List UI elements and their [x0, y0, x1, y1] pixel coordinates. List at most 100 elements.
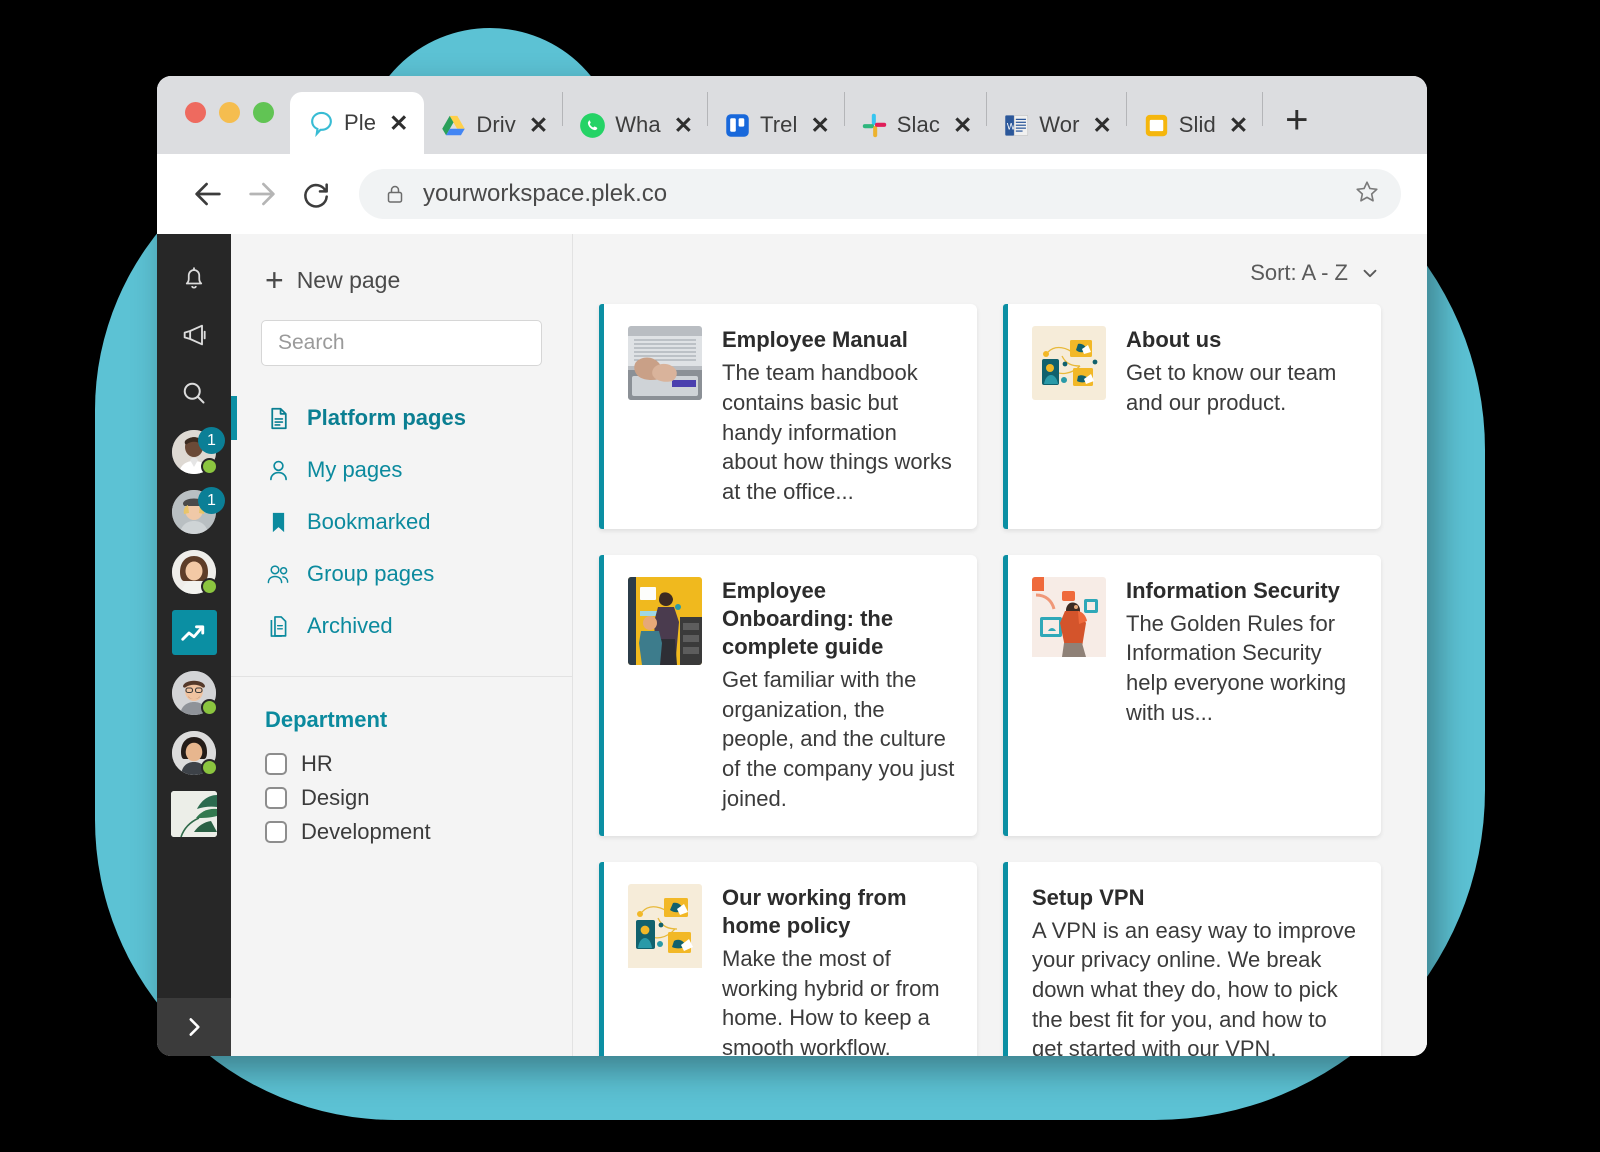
search-box[interactable] — [261, 320, 549, 366]
close-icon[interactable]: ✕ — [811, 113, 830, 137]
card-body: Our working from home policy Make the mo… — [722, 884, 955, 1057]
tab-slides[interactable]: Slid ✕ — [1127, 96, 1262, 154]
navigation-panel: + New page Search Platform pages My page… — [231, 234, 573, 1056]
new-page-button[interactable]: + New page — [231, 234, 572, 296]
filter-hr[interactable]: HR — [265, 747, 572, 781]
close-icon[interactable]: ✕ — [674, 113, 693, 137]
unread-badge: 1 — [198, 427, 225, 454]
rail-avatar-5[interactable] — [172, 731, 218, 776]
close-icon[interactable]: ✕ — [953, 113, 972, 137]
unread-badge: 1 — [198, 487, 225, 514]
rail-avatar-4[interactable] — [172, 671, 218, 716]
sort-dropdown[interactable]: Sort: A - Z — [1250, 260, 1381, 286]
back-button[interactable] — [181, 177, 235, 211]
tab-label: Ple — [344, 110, 377, 135]
slack-icon — [862, 113, 886, 137]
page-card[interactable]: Employee Manual The team handbook contai… — [599, 304, 977, 529]
maximize-window-button[interactable] — [253, 101, 274, 123]
sidebar-item-archived[interactable]: Archived — [231, 600, 572, 652]
minimize-window-button[interactable] — [219, 101, 240, 123]
arrow-left-icon — [195, 182, 221, 206]
checkbox-icon[interactable] — [265, 753, 287, 775]
tab-label: Trel — [760, 112, 798, 137]
notifications-button[interactable] — [179, 257, 209, 297]
group-icon — [265, 561, 291, 588]
announcements-button[interactable] — [178, 315, 210, 355]
archive-icon — [265, 614, 291, 639]
url-text: yourworkspace.plek.co — [423, 180, 668, 207]
main-content: Sort: A - Z Employee Manual The team han… — [573, 234, 1427, 1056]
rail-avatar-1[interactable]: 1 — [172, 427, 225, 475]
card-title: Employee Onboarding: the complete guide — [722, 577, 894, 659]
tab-slack[interactable]: Slac ✕ — [845, 96, 986, 154]
tab-drive[interactable]: Driv ✕ — [424, 96, 562, 154]
chevron-right-icon — [189, 1018, 200, 1036]
rail-analytics-button[interactable] — [171, 610, 217, 655]
illustration-security-person — [1032, 576, 1106, 657]
rail-avatar-3[interactable] — [172, 550, 218, 595]
tab-label: Driv — [476, 112, 516, 137]
page-card[interactable]: About us Get to know our team and our pr… — [1003, 304, 1381, 529]
content-header: Sort: A - Z — [599, 234, 1381, 304]
close-icon[interactable]: ✕ — [389, 111, 408, 135]
rail-avatar-2[interactable]: 1 — [172, 487, 225, 534]
bookmark-star-button[interactable] — [1353, 178, 1381, 211]
card-description: The team handbook contains basic but han… — [722, 360, 952, 504]
reload-button[interactable] — [289, 178, 343, 210]
new-page-label: New page — [296, 266, 401, 293]
card-thumbnail — [628, 326, 702, 400]
new-tab-button[interactable]: + — [1263, 100, 1326, 154]
expand-sidebar-button[interactable] — [157, 998, 231, 1056]
address-bar[interactable]: yourworkspace.plek.co — [359, 169, 1401, 219]
sidebar-item-label: Bookmarked — [307, 509, 431, 534]
search-button[interactable] — [179, 373, 209, 413]
page-card[interactable]: Employee Onboarding: the complete guide … — [599, 554, 977, 836]
page-card[interactable]: Our working from home policy Make the mo… — [599, 861, 977, 1057]
tab-label: Slac — [896, 112, 940, 137]
card-thumbnail — [628, 883, 702, 972]
screenshot-root: Ple ✕ Driv ✕ Wha ✕ Trel ✕ Slac ✕ W Wor ✕… — [0, 0, 1600, 1152]
card-description: Make the most of working hybrid or from … — [722, 945, 940, 1056]
trello-icon — [726, 113, 749, 137]
card-body: Information Security The Golden Rules fo… — [1126, 577, 1359, 814]
trending-up-icon — [181, 624, 205, 641]
plek-icon — [311, 111, 332, 137]
plant-photo — [171, 791, 217, 838]
analytics-tile — [171, 610, 217, 655]
slides-icon — [1145, 114, 1167, 136]
rail-image-tile[interactable] — [171, 791, 217, 842]
illustration-network-people — [628, 883, 702, 968]
page-card[interactable]: Information Security The Golden Rules fo… — [1003, 554, 1381, 836]
tab-label: Wha — [615, 112, 661, 137]
close-window-button[interactable] — [185, 101, 206, 123]
card-thumbnail — [1032, 576, 1106, 665]
search-icon — [183, 382, 205, 404]
page-card[interactable]: Setup VPN A VPN is an easy way to improv… — [1003, 861, 1381, 1056]
close-icon[interactable]: ✕ — [1229, 113, 1248, 137]
sidebar-item-group-pages[interactable]: Group pages — [231, 548, 572, 600]
tab-plek[interactable]: Ple ✕ — [290, 92, 425, 154]
filter-design[interactable]: Design — [265, 781, 572, 815]
close-icon[interactable]: ✕ — [529, 113, 548, 137]
checkbox-icon[interactable] — [265, 821, 287, 843]
sidebar-item-bookmarked[interactable]: Bookmarked — [231, 496, 572, 548]
sidebar-item-my-pages[interactable]: My pages — [231, 444, 572, 496]
tab-trello[interactable]: Trel ✕ — [708, 96, 844, 154]
checkbox-icon[interactable] — [265, 787, 287, 809]
tab-word[interactable]: W Wor ✕ — [987, 96, 1126, 154]
sort-label: Sort: A - Z — [1250, 260, 1348, 285]
plus-icon: + — [265, 262, 284, 298]
card-title: Employee Manual — [722, 327, 908, 352]
online-status-dot — [201, 578, 218, 595]
filter-label: Development — [301, 819, 431, 844]
sidebar-item-label: Archived — [307, 613, 393, 638]
tab-label: Slid — [1178, 112, 1216, 137]
forward-button[interactable] — [235, 177, 289, 211]
filter-development[interactable]: Development — [265, 815, 572, 849]
search-input[interactable] — [278, 331, 549, 355]
tab-whatsapp[interactable]: Wha ✕ — [563, 96, 707, 154]
close-icon[interactable]: ✕ — [1093, 113, 1112, 137]
sidebar-item-platform-pages[interactable]: Platform pages — [231, 392, 572, 444]
bell-icon — [185, 267, 203, 289]
card-body: About us Get to know our team and our pr… — [1126, 326, 1359, 507]
